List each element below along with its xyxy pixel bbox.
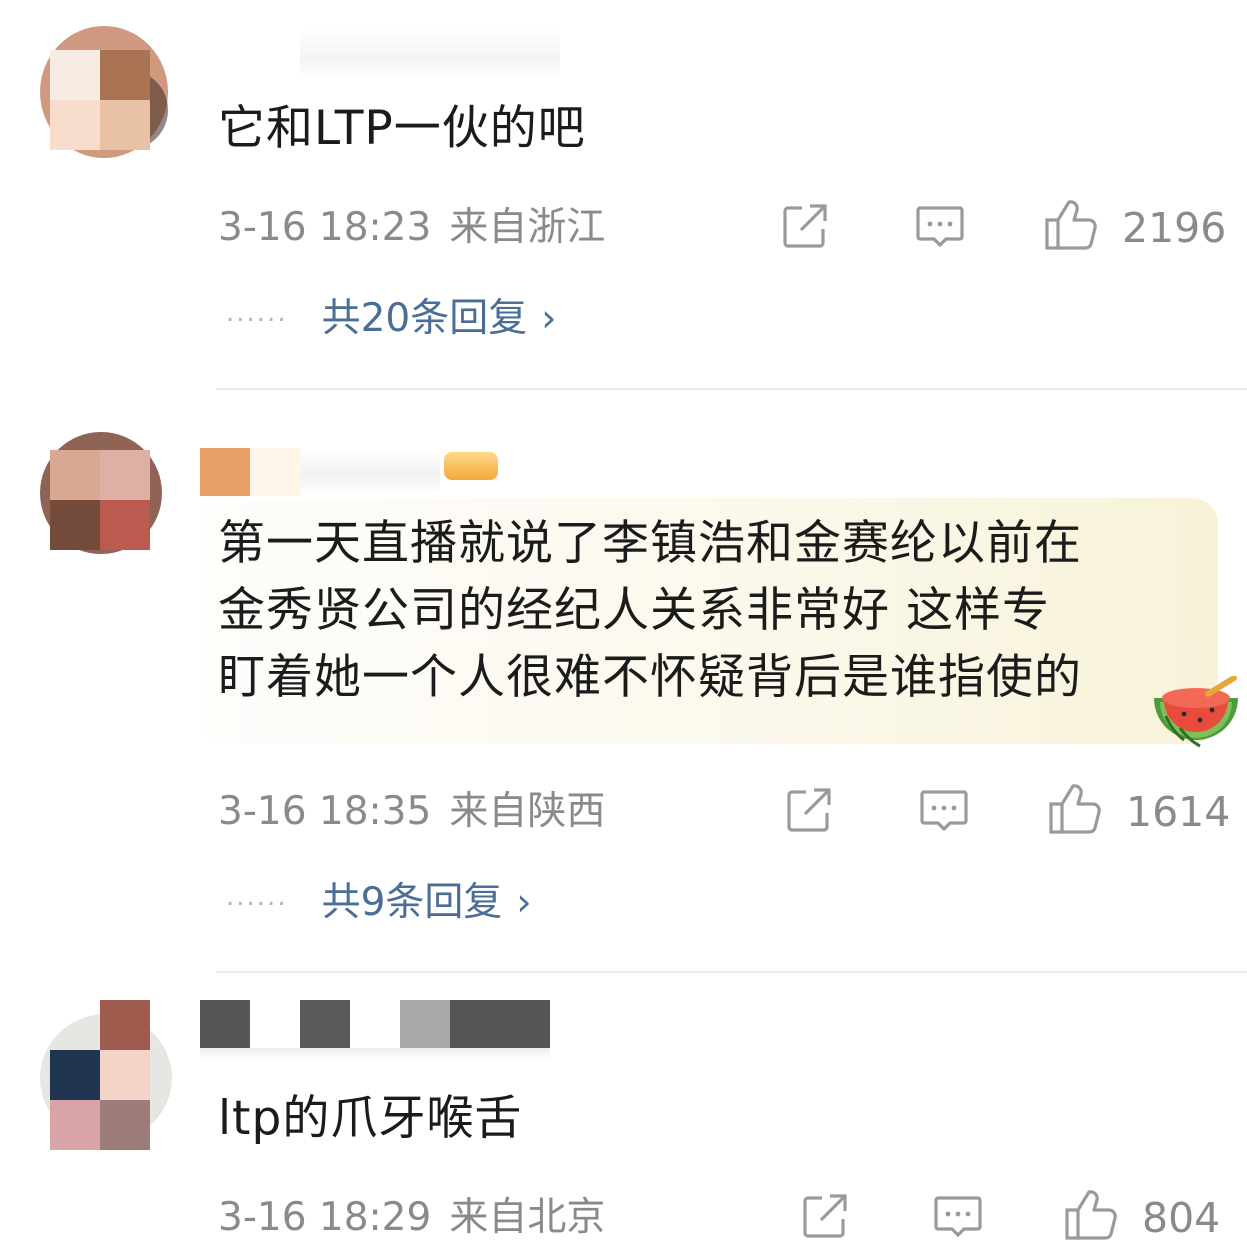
avatar-pixel [50, 1100, 100, 1150]
redaction-block [300, 30, 560, 78]
avatar-pixel [100, 1100, 150, 1150]
like-icon[interactable] [1042, 198, 1100, 256]
avatar-pixel [50, 50, 100, 100]
badge-icon [444, 452, 498, 480]
comment-meta: 3-16 18:35 来自陕西 [218, 788, 605, 836]
comment-icon[interactable] [918, 786, 970, 838]
redaction-block [200, 1048, 550, 1060]
share-icon[interactable] [780, 202, 832, 254]
replies-dots: ······ [226, 305, 288, 336]
comment-text: 它和LTP一伙的吧 [218, 101, 586, 156]
comment-location: 来自北京 [449, 1195, 606, 1240]
comment-meta: 3-16 18:29 来自北京 [218, 1194, 605, 1242]
comment-time: 3-16 18:29 [218, 1195, 432, 1240]
redaction-block [450, 1000, 550, 1048]
avatar-pixel [50, 100, 100, 150]
divider [216, 388, 1247, 390]
like-count: 804 [1142, 1194, 1221, 1242]
replies-count[interactable]: 共20条回复 [322, 296, 528, 341]
comment-text: ltp的爪牙喉舌 [218, 1091, 523, 1146]
redaction-block [200, 448, 250, 496]
comment-text: 第一天直播就说了李镇浩和金赛纶以前在 金秀贤公司的经纪人关系非常好 这样专 盯着… [218, 510, 1082, 711]
chevron-right-icon: › [516, 880, 532, 924]
avatar-pixel [100, 450, 150, 500]
like-icon[interactable] [1046, 782, 1104, 840]
redaction-block [300, 1000, 350, 1048]
replies-link[interactable]: ······ 共9条回复 › [226, 878, 532, 929]
divider [216, 971, 1247, 973]
redaction-block [250, 448, 300, 496]
avatar-pixel [100, 50, 150, 100]
avatar-pixel [50, 450, 100, 500]
avatar[interactable] [40, 26, 168, 158]
redaction-block [400, 1000, 450, 1048]
comment-text-line: 第一天直播就说了李镇浩和金赛纶以前在 [218, 516, 1082, 571]
redaction-block [200, 1000, 250, 1048]
avatar-pixel [100, 100, 150, 150]
avatar-pixel [100, 1000, 150, 1050]
username-redacted[interactable] [200, 1000, 550, 1060]
replies-count[interactable]: 共9条回复 [322, 880, 503, 925]
comment-time: 3-16 18:23 [218, 205, 432, 250]
comment-text-line: 盯着她一个人很难不怀疑背后是谁指使的 [218, 650, 1082, 705]
username-redacted[interactable] [200, 448, 520, 496]
redaction-block [300, 448, 440, 496]
like-icon[interactable] [1062, 1188, 1120, 1246]
replies-dots: ······ [226, 889, 288, 920]
comment-icon[interactable] [914, 202, 966, 254]
comment-meta: 3-16 18:23 来自浙江 [218, 204, 605, 252]
replies-link[interactable]: ······ 共20条回复 › [226, 294, 556, 345]
watermelon-sticker-icon [1150, 675, 1242, 756]
avatar-pixel [50, 500, 100, 550]
comment-icon[interactable] [932, 1192, 984, 1244]
like-count: 1614 [1126, 788, 1231, 836]
avatar-pixel [50, 1050, 100, 1100]
comment-text-line: 金秀贤公司的经纪人关系非常好 这样专 [218, 583, 1050, 638]
avatar[interactable] [40, 432, 162, 554]
comment-location: 来自陕西 [449, 789, 606, 834]
username-redacted[interactable] [200, 30, 560, 78]
avatar-pixel [100, 500, 150, 550]
share-icon[interactable] [800, 1192, 852, 1244]
chevron-right-icon: › [541, 296, 557, 340]
avatar[interactable] [40, 1000, 172, 1150]
share-icon[interactable] [784, 786, 836, 838]
comment-location: 来自浙江 [449, 205, 606, 250]
comment-time: 3-16 18:35 [218, 789, 432, 834]
avatar-pixel [100, 1050, 150, 1100]
like-count: 2196 [1122, 204, 1227, 252]
